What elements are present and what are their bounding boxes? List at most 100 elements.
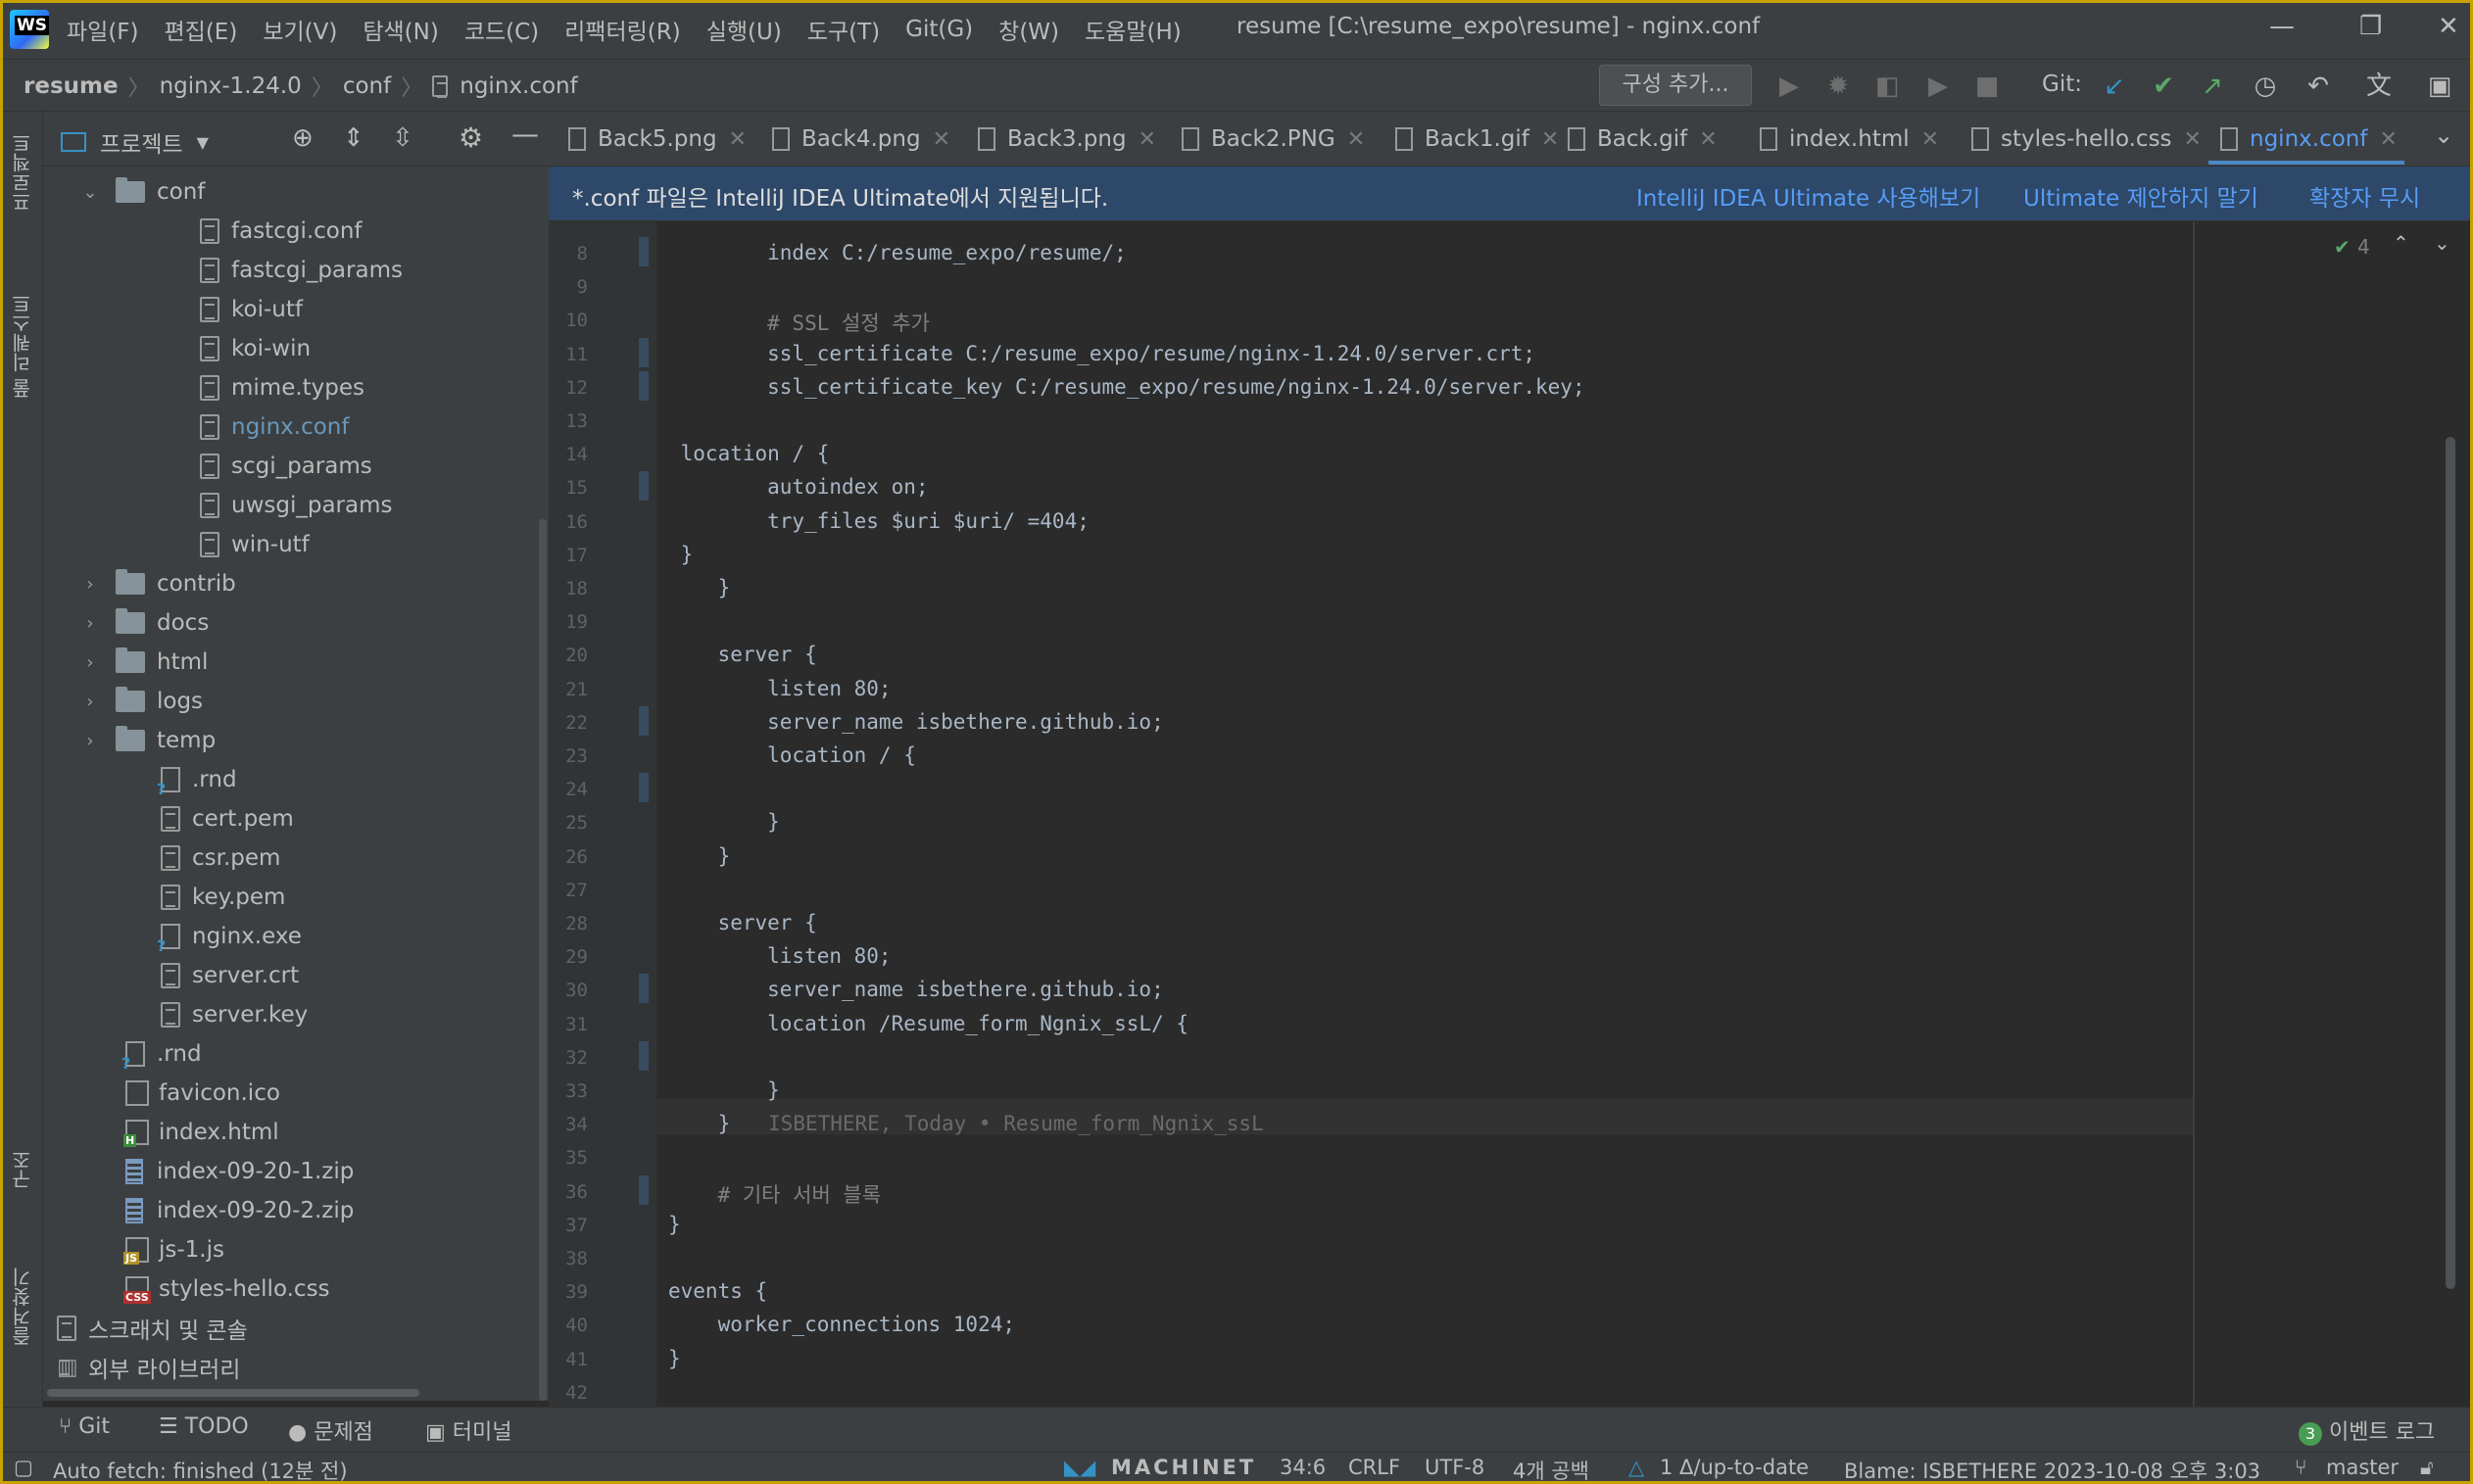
- hide-panel-icon[interactable]: —: [511, 118, 539, 150]
- git-tool-button[interactable]: ⑂ Git: [59, 1414, 110, 1439]
- vcs-change-marker[interactable]: [639, 338, 649, 367]
- tree-file[interactable]: csr.pem: [161, 838, 280, 878]
- chevron-right-icon[interactable]: ›: [80, 613, 100, 634]
- tree-folder[interactable]: › logs: [80, 682, 203, 721]
- tree-file[interactable]: win-utf: [200, 525, 310, 564]
- previous-highlight-icon[interactable]: ⌃: [2393, 231, 2409, 255]
- code-line[interactable]: }: [668, 1078, 780, 1102]
- git-status[interactable]: 1 Δ/up-to-date: [1660, 1456, 1809, 1479]
- minimize-button[interactable]: —: [2269, 12, 2295, 41]
- tree-file[interactable]: uwsgi_params: [200, 486, 393, 525]
- code-line[interactable]: autoindex on;: [668, 475, 928, 499]
- expand-all-icon[interactable]: ⇕: [343, 123, 364, 153]
- menu-item[interactable]: 리팩터링(R): [564, 13, 681, 46]
- menu-item[interactable]: 도움말(H): [1085, 13, 1182, 46]
- locate-icon[interactable]: ⊕: [292, 123, 314, 153]
- menu-item[interactable]: 편집(E): [165, 13, 238, 46]
- vcs-change-marker[interactable]: [639, 371, 649, 401]
- code-line[interactable]: }: [668, 543, 694, 566]
- try-ultimate-link[interactable]: IntelliJ IDEA Ultimate 사용해보기: [1636, 179, 1980, 213]
- code-line[interactable]: }: [668, 844, 731, 868]
- debug-icon[interactable]: ✹: [1820, 69, 1856, 104]
- panel-layout-icon[interactable]: ▣: [2422, 69, 2457, 104]
- code-line[interactable]: }: [668, 810, 780, 834]
- breadcrumb-item[interactable]: resume: [24, 73, 119, 99]
- breadcrumb-item[interactable]: conf: [343, 73, 391, 99]
- structure-tool-tab[interactable]: 구조: [8, 1150, 36, 1189]
- vcs-change-marker[interactable]: [639, 1041, 649, 1071]
- vcs-change-marker[interactable]: [639, 773, 649, 802]
- translate-icon[interactable]: 文: [2361, 69, 2397, 104]
- editor-tab[interactable]: Back5.png ✕: [568, 112, 747, 167]
- editor-tab[interactable]: Back1.gif ✕: [1395, 112, 1559, 167]
- tree-file[interactable]: cert.pem: [161, 799, 294, 838]
- code-line[interactable]: worker_connections 1024;: [668, 1313, 1015, 1336]
- code-line[interactable]: # 기타 서버 블록: [668, 1179, 882, 1209]
- gear-icon[interactable]: ⚙: [459, 121, 483, 154]
- tree-file[interactable]: .rnd: [121, 1034, 202, 1074]
- history-icon[interactable]: ◷: [2248, 69, 2283, 104]
- editor-tab[interactable]: Back2.PNG ✕: [1182, 112, 1365, 167]
- todo-tool-button[interactable]: ☰ TODO: [159, 1414, 249, 1439]
- close-tab-icon[interactable]: ✕: [729, 127, 747, 152]
- tree-file[interactable]: CSS styles-hello.css: [123, 1269, 330, 1309]
- vcs-change-marker[interactable]: [639, 706, 649, 736]
- tree-file[interactable]: nginx.exe: [157, 917, 302, 956]
- editor-tab[interactable]: index.html ✕: [1760, 112, 1939, 167]
- code-line[interactable]: listen 80;: [668, 677, 891, 700]
- tree-file[interactable]: koi-utf: [200, 290, 303, 329]
- tree-folder[interactable]: › docs: [80, 603, 209, 643]
- lock-icon[interactable]: 🔓︎: [2420, 1456, 2434, 1480]
- run-icon[interactable]: ▶: [1771, 69, 1807, 104]
- event-log-button[interactable]: 3 이벤트 로그: [2299, 1414, 2435, 1446]
- vcs-change-marker[interactable]: [639, 471, 649, 501]
- close-tab-icon[interactable]: ✕: [1699, 127, 1717, 152]
- git-branch[interactable]: master: [2326, 1456, 2399, 1479]
- add-configuration-button[interactable]: 구성 추가...: [1599, 65, 1752, 106]
- code-line[interactable]: }: [668, 1213, 681, 1236]
- tree-folder[interactable]: › contrib: [80, 564, 236, 603]
- tree-file[interactable]: fastcgi_params: [200, 251, 403, 290]
- code-line[interactable]: listen 80;: [668, 944, 891, 968]
- tree-file[interactable]: JS js-1.js: [123, 1230, 224, 1269]
- tab-list-chevron-icon[interactable]: ⌄: [2434, 121, 2453, 149]
- status-panel-icon[interactable]: ▢: [14, 1456, 33, 1479]
- editor-scrollbar[interactable]: [2446, 437, 2455, 1289]
- vcs-change-marker[interactable]: [639, 1175, 649, 1205]
- code-line[interactable]: ssl_certificate C:/resume_expo/resume/ng…: [668, 342, 1535, 365]
- favorites-tool-tab[interactable]: 즐겨찾기: [8, 1268, 36, 1346]
- menu-item[interactable]: 도구(T): [807, 13, 880, 46]
- vcs-change-marker[interactable]: [639, 237, 649, 266]
- tree-file[interactable]: index-09-20-2.zip: [125, 1191, 354, 1230]
- project-scrollbar[interactable]: [539, 519, 547, 1401]
- menu-item[interactable]: 파일(F): [67, 13, 139, 46]
- coverage-icon[interactable]: ◧: [1869, 69, 1905, 104]
- tree-file[interactable]: koi-win: [200, 329, 311, 368]
- tree-file[interactable]: key.pem: [161, 878, 285, 917]
- tree-file[interactable]: .rnd: [157, 760, 237, 799]
- code-line[interactable]: server_name isbethere.github.io;: [668, 978, 1164, 1001]
- close-tab-icon[interactable]: ✕: [2184, 127, 2202, 152]
- problems-tool-button[interactable]: ● 문제점: [288, 1414, 373, 1446]
- restore-button[interactable]: ❐: [2359, 12, 2382, 41]
- editor-tab[interactable]: Back.gif ✕: [1568, 112, 1718, 167]
- vcs-change-marker[interactable]: [639, 974, 649, 1003]
- terminal-tool-button[interactable]: ▣ 터미널: [425, 1414, 512, 1446]
- project-horizontal-scrollbar[interactable]: [47, 1389, 419, 1397]
- breadcrumb-item[interactable]: nginx.conf: [460, 73, 577, 99]
- rollback-icon[interactable]: ↶: [2301, 69, 2336, 104]
- menu-item[interactable]: 실행(U): [706, 13, 782, 46]
- tree-file[interactable]: scgi_params: [200, 447, 372, 486]
- menu-item[interactable]: 탐색(N): [363, 13, 438, 46]
- tree-folder[interactable]: › html: [80, 643, 208, 682]
- tree-folder[interactable]: › temp: [80, 721, 216, 760]
- code-line[interactable]: index C:/resume_expo/resume/;: [668, 241, 1127, 264]
- close-tab-icon[interactable]: ✕: [933, 127, 950, 152]
- code-line[interactable]: location /Resume_form_Ngnix_ssL/ {: [668, 1012, 1188, 1035]
- git-update-icon[interactable]: ↙: [2097, 69, 2132, 104]
- dont-suggest-link[interactable]: Ultimate 제안하지 말기: [2023, 179, 2258, 213]
- menu-item[interactable]: 보기(V): [263, 13, 337, 46]
- tree-file[interactable]: fastcgi.conf: [200, 212, 363, 251]
- ignore-extension-link[interactable]: 확장자 무시: [2309, 179, 2420, 213]
- tree-folder[interactable]: ⌄ conf: [80, 172, 205, 212]
